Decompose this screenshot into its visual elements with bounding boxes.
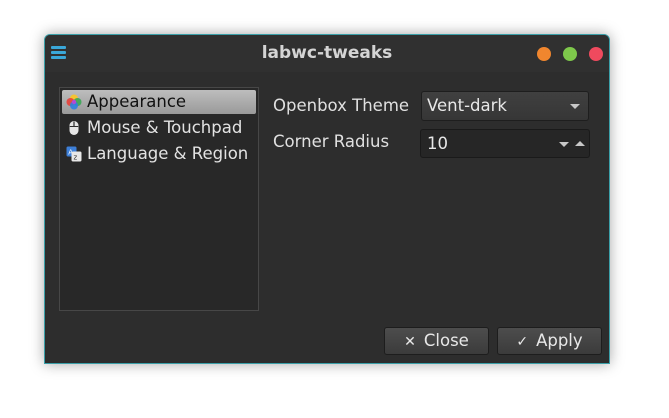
maximize-button[interactable] [563, 47, 577, 61]
checkmark-icon: ✓ [516, 334, 529, 350]
corner-radius-label: Corner Radius [273, 132, 390, 151]
apply-button-label: Apply [536, 331, 583, 350]
sidebar-item-language-region[interactable]: A z Language & Region [62, 142, 256, 166]
mouse-icon [69, 121, 79, 135]
openbox-theme-label: Openbox Theme [273, 96, 410, 115]
close-button[interactable]: ✕ Close [384, 327, 489, 355]
chevron-down-icon [570, 104, 580, 109]
sidebar-item-mouse-touchpad[interactable]: Mouse & Touchpad [62, 116, 256, 140]
close-window-button[interactable] [589, 47, 603, 61]
sidebar-item-label: Mouse & Touchpad [87, 118, 243, 137]
sidebar-item-label: Appearance [87, 92, 187, 111]
close-button-label: Close [423, 331, 469, 350]
sidebar-item-label: Language & Region [87, 144, 249, 163]
apply-button[interactable]: ✓ Apply [497, 327, 602, 355]
minimize-button[interactable] [537, 47, 551, 61]
openbox-theme-value: Vent-dark [427, 96, 507, 115]
window-title: labwc-tweaks [261, 43, 393, 63]
corner-radius-value: 10 [427, 134, 448, 153]
corner-radius-spinbox[interactable]: 10 [420, 129, 590, 158]
sidebar-list: Appearance Mouse & Touchpad A z Language… [59, 87, 259, 311]
decrement-arrow-icon[interactable] [559, 142, 569, 147]
sidebar-item-appearance[interactable]: Appearance [62, 90, 256, 114]
openbox-theme-dropdown[interactable]: Vent-dark [421, 91, 589, 121]
increment-arrow-icon[interactable] [575, 141, 585, 146]
title-bar[interactable]: labwc-tweaks [45, 35, 609, 72]
app-window: labwc-tweaks Appearance Mouse & Touchpad [44, 34, 610, 364]
close-x-icon: ✕ [404, 334, 416, 350]
language-translate-icon: A z [66, 146, 82, 162]
svg-text:z: z [74, 154, 78, 162]
appearance-palette-icon [66, 94, 82, 110]
